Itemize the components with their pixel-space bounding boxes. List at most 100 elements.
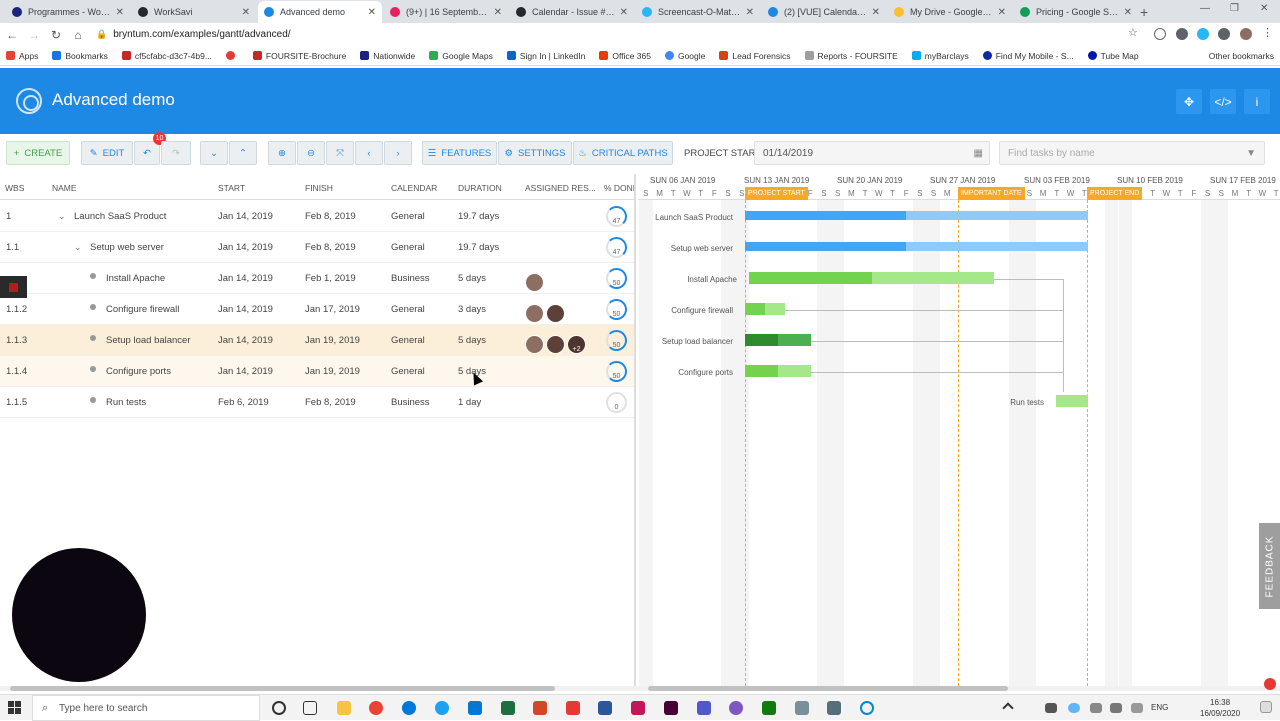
excel-icon[interactable] bbox=[501, 701, 515, 715]
word-icon[interactable] bbox=[598, 701, 612, 715]
extension-icon[interactable] bbox=[1154, 28, 1166, 40]
close-icon[interactable]: ✕ bbox=[368, 7, 376, 18]
table-row[interactable]: 1.1.5 Run tests Feb 6, 2019 Feb 8, 2019 … bbox=[0, 387, 634, 418]
bookmark-item[interactable]: Lead Forensics bbox=[719, 51, 791, 61]
close-icon[interactable]: ✕ bbox=[116, 7, 124, 18]
zoom-out-button[interactable]: ⊖ bbox=[297, 141, 325, 165]
browser-tab[interactable]: Calendar - Issue #1523 ✕ bbox=[510, 1, 634, 23]
close-icon[interactable]: ✕ bbox=[242, 7, 250, 18]
features-button[interactable]: ☰ FEATURES bbox=[422, 141, 497, 165]
table-row[interactable]: 1.1.2 Configure firewall Jan 14, 2019 Ja… bbox=[0, 294, 634, 325]
bookmark-item[interactable]: Google Maps bbox=[429, 51, 493, 61]
critical-paths-button[interactable]: ♨ CRITICAL PATHS bbox=[573, 141, 673, 165]
bookmark-item[interactable]: Nationwide bbox=[360, 51, 415, 61]
cloud-icon[interactable] bbox=[1068, 703, 1080, 713]
undo-button[interactable]: ↶ bbox=[134, 141, 160, 165]
back-icon[interactable]: ← bbox=[2, 28, 22, 42]
calculator-icon[interactable] bbox=[827, 701, 841, 715]
close-icon[interactable]: ✕ bbox=[998, 7, 1006, 18]
bookmark-item[interactable]: myBarclays bbox=[911, 51, 969, 61]
star-icon[interactable]: ☆ bbox=[1128, 26, 1140, 39]
url-bar[interactable]: 🔒 bryntum.com/examples/gantt/advanced/ bbox=[96, 25, 1146, 44]
close-icon[interactable]: ✕ bbox=[1124, 7, 1132, 18]
project-end-marker[interactable]: PROJECT END bbox=[1087, 187, 1143, 200]
home-icon[interactable]: ⌂ bbox=[68, 28, 88, 42]
horizontal-scrollbar[interactable] bbox=[0, 686, 1280, 691]
browser-tab[interactable]: Pricing - Google Sheets ✕ bbox=[1014, 1, 1138, 23]
zoom-in-button[interactable]: ⊕ bbox=[268, 141, 296, 165]
xd-icon[interactable] bbox=[664, 701, 678, 715]
app-icon[interactable] bbox=[435, 701, 449, 715]
bookmark-item[interactable]: Tube Map bbox=[1087, 51, 1139, 61]
project-start-field[interactable]: 01/14/2019 ▦ bbox=[754, 141, 990, 165]
column-header-duration[interactable]: DURATION bbox=[458, 183, 502, 193]
redo-button[interactable]: ↷ bbox=[161, 141, 191, 165]
new-tab-icon[interactable]: + bbox=[1140, 4, 1148, 20]
bookmark-item[interactable]: cf5cfabc-d3c7-4b9... bbox=[121, 51, 212, 61]
find-tasks-input[interactable]: Find tasks by name ▼ bbox=[999, 141, 1265, 165]
outlook-icon[interactable] bbox=[468, 701, 482, 715]
volume-icon[interactable] bbox=[1110, 703, 1122, 713]
table-row-selected[interactable]: 1.1.3 Setup load balancer Jan 14, 2019 J… bbox=[0, 325, 634, 356]
grid-scroll-thumb[interactable] bbox=[10, 686, 555, 691]
close-icon[interactable]: ✕ bbox=[620, 7, 628, 18]
avatar[interactable] bbox=[525, 304, 544, 323]
column-header-start[interactable]: START bbox=[218, 183, 245, 193]
bookmark-item[interactable]: Apps bbox=[6, 51, 38, 61]
project-start-marker[interactable]: PROJECT START bbox=[745, 187, 808, 200]
avatar[interactable] bbox=[525, 335, 544, 354]
column-header-assigned[interactable]: ASSIGNED RES... bbox=[525, 183, 596, 193]
zoom-fit-button[interactable]: ⤧ bbox=[326, 141, 354, 165]
code-button[interactable]: </> bbox=[1210, 89, 1236, 114]
app-icon[interactable] bbox=[729, 701, 743, 715]
extension-icon[interactable] bbox=[1197, 28, 1209, 40]
avatar[interactable] bbox=[525, 273, 544, 292]
bookmark-item[interactable]: Find My Mobile - S... bbox=[982, 51, 1074, 61]
table-row[interactable]: 1 ⌄ Launch SaaS Product Jan 14, 2019 Feb… bbox=[0, 201, 634, 232]
profile-avatar[interactable] bbox=[1240, 28, 1252, 40]
chrome-icon[interactable] bbox=[369, 701, 383, 715]
feedback-tab[interactable]: FEEDBACK bbox=[1259, 523, 1280, 609]
settings-button[interactable]: ⚙ SETTINGS bbox=[498, 141, 572, 165]
calendar-icon[interactable]: ▦ bbox=[974, 148, 983, 159]
record-icon[interactable] bbox=[1264, 678, 1276, 690]
browser-tab[interactable]: (2) [VUE] Calendars - B ✕ bbox=[762, 1, 886, 23]
column-header-percent-done[interactable]: % DONE bbox=[604, 183, 634, 193]
app-icon[interactable] bbox=[795, 701, 809, 715]
task-bar[interactable] bbox=[1056, 395, 1088, 407]
task-bar-summary[interactable] bbox=[745, 242, 1088, 251]
close-icon[interactable]: ✕ bbox=[746, 7, 754, 18]
forward-icon[interactable]: → bbox=[24, 28, 44, 42]
avatar[interactable] bbox=[546, 335, 565, 354]
bookmark-item[interactable]: Google bbox=[664, 51, 705, 61]
column-header-finish[interactable]: FINISH bbox=[305, 183, 333, 193]
collapse-all-button[interactable]: ⌃ bbox=[229, 141, 257, 165]
puzzle-icon[interactable] bbox=[1218, 28, 1230, 40]
screencast-icon[interactable] bbox=[860, 701, 874, 715]
taskbar-search-input[interactable]: ⌕ Type here to search bbox=[32, 695, 260, 721]
table-row[interactable]: 1.1 ⌄ Setup web server Jan 14, 2019 Feb … bbox=[0, 232, 634, 263]
create-button[interactable]: + CREATE bbox=[6, 141, 70, 165]
task-bar-selected[interactable] bbox=[745, 334, 811, 346]
powerpoint-icon[interactable] bbox=[533, 701, 547, 715]
extension-icon[interactable] bbox=[1176, 28, 1188, 40]
bookmark-item[interactable]: Office 365 bbox=[599, 51, 651, 61]
task-view-icon[interactable] bbox=[303, 701, 317, 715]
language-indicator[interactable]: ENG bbox=[1151, 703, 1168, 712]
important-date-marker[interactable]: IMPORTANT DATE bbox=[958, 187, 1025, 200]
bookmark-item[interactable]: FOURSITE-Brochure bbox=[252, 51, 346, 61]
bookmark-item[interactable]: Bookmarks bbox=[52, 51, 108, 61]
taskbar-clock[interactable]: 16:38 16/09/2020 bbox=[1200, 697, 1240, 719]
task-bar[interactable] bbox=[745, 365, 811, 377]
table-row[interactable]: Install Apache Jan 14, 2019 Feb 1, 2019 … bbox=[0, 263, 634, 294]
previous-button[interactable]: ‹ bbox=[355, 141, 383, 165]
network-icon[interactable] bbox=[1090, 703, 1102, 713]
windows-start-icon[interactable] bbox=[8, 701, 21, 714]
close-icon[interactable]: ✕ bbox=[494, 7, 502, 18]
bookmark-item[interactable]: Reports - FOURSITE bbox=[804, 51, 898, 61]
column-header-name[interactable]: NAME bbox=[52, 183, 77, 193]
chevron-down-icon[interactable]: ⌄ bbox=[58, 211, 66, 222]
recording-indicator[interactable] bbox=[0, 276, 27, 298]
filter-icon[interactable]: ▼ bbox=[1246, 148, 1256, 159]
project-icon[interactable] bbox=[762, 701, 776, 715]
